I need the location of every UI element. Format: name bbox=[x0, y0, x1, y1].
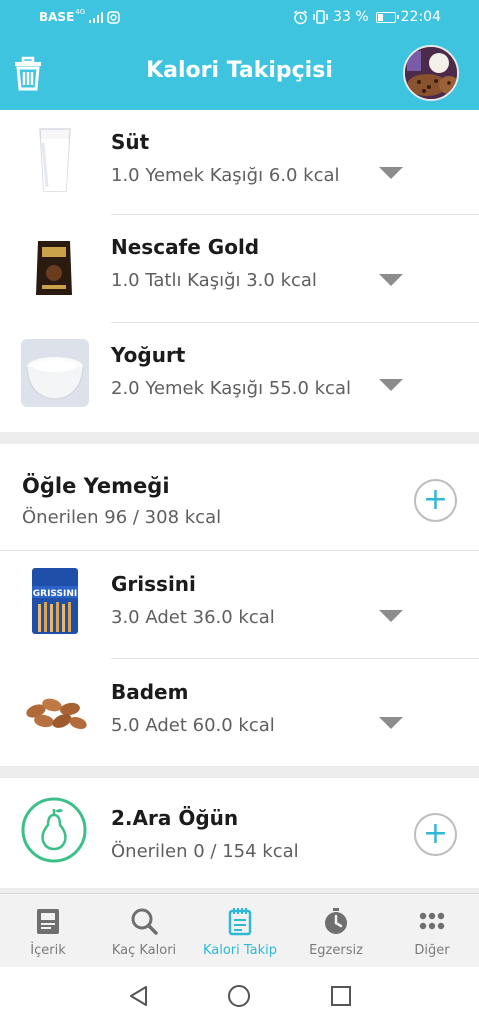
nescafe-pack-image bbox=[36, 241, 72, 295]
meal-title: 2.Ara Öğün bbox=[111, 806, 239, 830]
chevron-down-icon[interactable] bbox=[379, 167, 403, 179]
recents-icon[interactable] bbox=[329, 984, 353, 1008]
tracker-icon bbox=[228, 908, 252, 936]
carrier-label: BASE bbox=[39, 10, 75, 24]
clock: 22:04 bbox=[400, 9, 441, 25]
chevron-down-icon[interactable] bbox=[379, 717, 403, 729]
chevron-down-icon[interactable] bbox=[379, 379, 403, 391]
back-icon[interactable] bbox=[127, 984, 151, 1008]
food-name: Yoğurt bbox=[111, 343, 186, 367]
add-food-button[interactable]: + bbox=[414, 479, 457, 522]
pear-icon bbox=[21, 797, 87, 863]
stopwatch-icon bbox=[325, 908, 347, 934]
meal-title: Öğle Yemeği bbox=[22, 474, 170, 498]
chevron-down-icon[interactable] bbox=[379, 610, 403, 622]
food-item-nescafe-gold[interactable]: Nescafe Gold 1.0 Tatlı Kaşığı 3.0 kcal bbox=[0, 215, 479, 322]
meal-section-1: Süt 1.0 Yemek Kaşığı 6.0 kcal Nescafe Go… bbox=[0, 110, 479, 432]
food-detail: 1.0 Tatlı Kaşığı 3.0 kcal bbox=[111, 270, 317, 291]
book-icon bbox=[37, 909, 59, 934]
avatar-image bbox=[405, 47, 457, 99]
yogurt-bowl-image bbox=[21, 339, 89, 407]
food-detail: 2.0 Yemek Kaşığı 55.0 kcal bbox=[111, 378, 351, 399]
meal-recommended: Önerilen 0 / 154 kcal bbox=[111, 841, 299, 862]
food-detail: 1.0 Yemek Kaşığı 6.0 kcal bbox=[111, 165, 340, 186]
food-item-yogurt[interactable]: Yoğurt 2.0 Yemek Kaşığı 55.0 kcal bbox=[0, 323, 479, 432]
avatar[interactable] bbox=[403, 45, 459, 101]
nav-egzersiz[interactable]: Egzersiz bbox=[288, 894, 384, 968]
food-item-grissini[interactable]: GRISSINI Grissini 3.0 Adet 36.0 kcal bbox=[0, 551, 479, 658]
food-detail: 3.0 Adet 36.0 kcal bbox=[111, 607, 275, 628]
grissini-pack-image: GRISSINI bbox=[32, 568, 78, 634]
nav-kac-kalori[interactable]: Kaç Kalori bbox=[96, 894, 192, 968]
app-bar: Kalori Takipçisi bbox=[0, 36, 479, 110]
network-type: 4G bbox=[75, 8, 86, 16]
signal-icon bbox=[89, 11, 104, 23]
home-icon[interactable] bbox=[227, 984, 251, 1008]
food-item-sut[interactable]: Süt 1.0 Yemek Kaşığı 6.0 kcal bbox=[0, 110, 479, 214]
system-nav-bar bbox=[0, 967, 479, 1024]
nav-label: Diğer bbox=[414, 943, 450, 958]
food-name: Süt bbox=[111, 130, 150, 154]
more-icon bbox=[419, 912, 445, 930]
status-bar: BASE 4G 33 % 22:04 bbox=[0, 0, 479, 36]
battery-icon bbox=[375, 11, 399, 23]
nav-icerik[interactable]: İçerik bbox=[0, 894, 96, 968]
nav-label: Kalori Takip bbox=[202, 943, 278, 958]
food-name: Nescafe Gold bbox=[111, 235, 260, 259]
nav-label: İçerik bbox=[30, 943, 66, 958]
nav-diger[interactable]: Diğer bbox=[384, 894, 479, 968]
nav-label: Kaç Kalori bbox=[111, 943, 177, 958]
bottom-nav: İçerik Kaç Kalori Kalori Takip Egzersiz … bbox=[0, 893, 479, 967]
instagram-icon bbox=[107, 10, 120, 24]
svg-text:GRISSINI: GRISSINI bbox=[33, 589, 77, 599]
meal-recommended: Önerilen 96 / 308 kcal bbox=[22, 507, 222, 528]
food-name: Badem bbox=[111, 680, 189, 704]
chevron-down-icon[interactable] bbox=[379, 274, 403, 286]
food-name: Grissini bbox=[111, 572, 196, 596]
search-icon bbox=[131, 908, 158, 935]
nav-label: Egzersiz bbox=[309, 943, 363, 958]
milk-glass-image bbox=[39, 128, 71, 192]
alarm-icon bbox=[294, 9, 308, 24]
nav-kalori-takip[interactable]: Kalori Takip bbox=[192, 894, 288, 968]
add-food-button[interactable]: + bbox=[414, 813, 457, 856]
food-detail: 5.0 Adet 60.0 kcal bbox=[111, 715, 275, 736]
almonds-image bbox=[26, 698, 87, 730]
vibrate-icon bbox=[313, 10, 328, 24]
meal-section-lunch: Öğle Yemeği Önerilen 96 / 308 kcal + GRI… bbox=[0, 444, 479, 766]
battery-percent: 33 % bbox=[333, 9, 369, 25]
food-item-badem[interactable]: Badem 5.0 Adet 60.0 kcal bbox=[0, 659, 479, 766]
meal-section-snack-2: 2.Ara Öğün Önerilen 0 / 154 kcal + bbox=[0, 778, 479, 888]
